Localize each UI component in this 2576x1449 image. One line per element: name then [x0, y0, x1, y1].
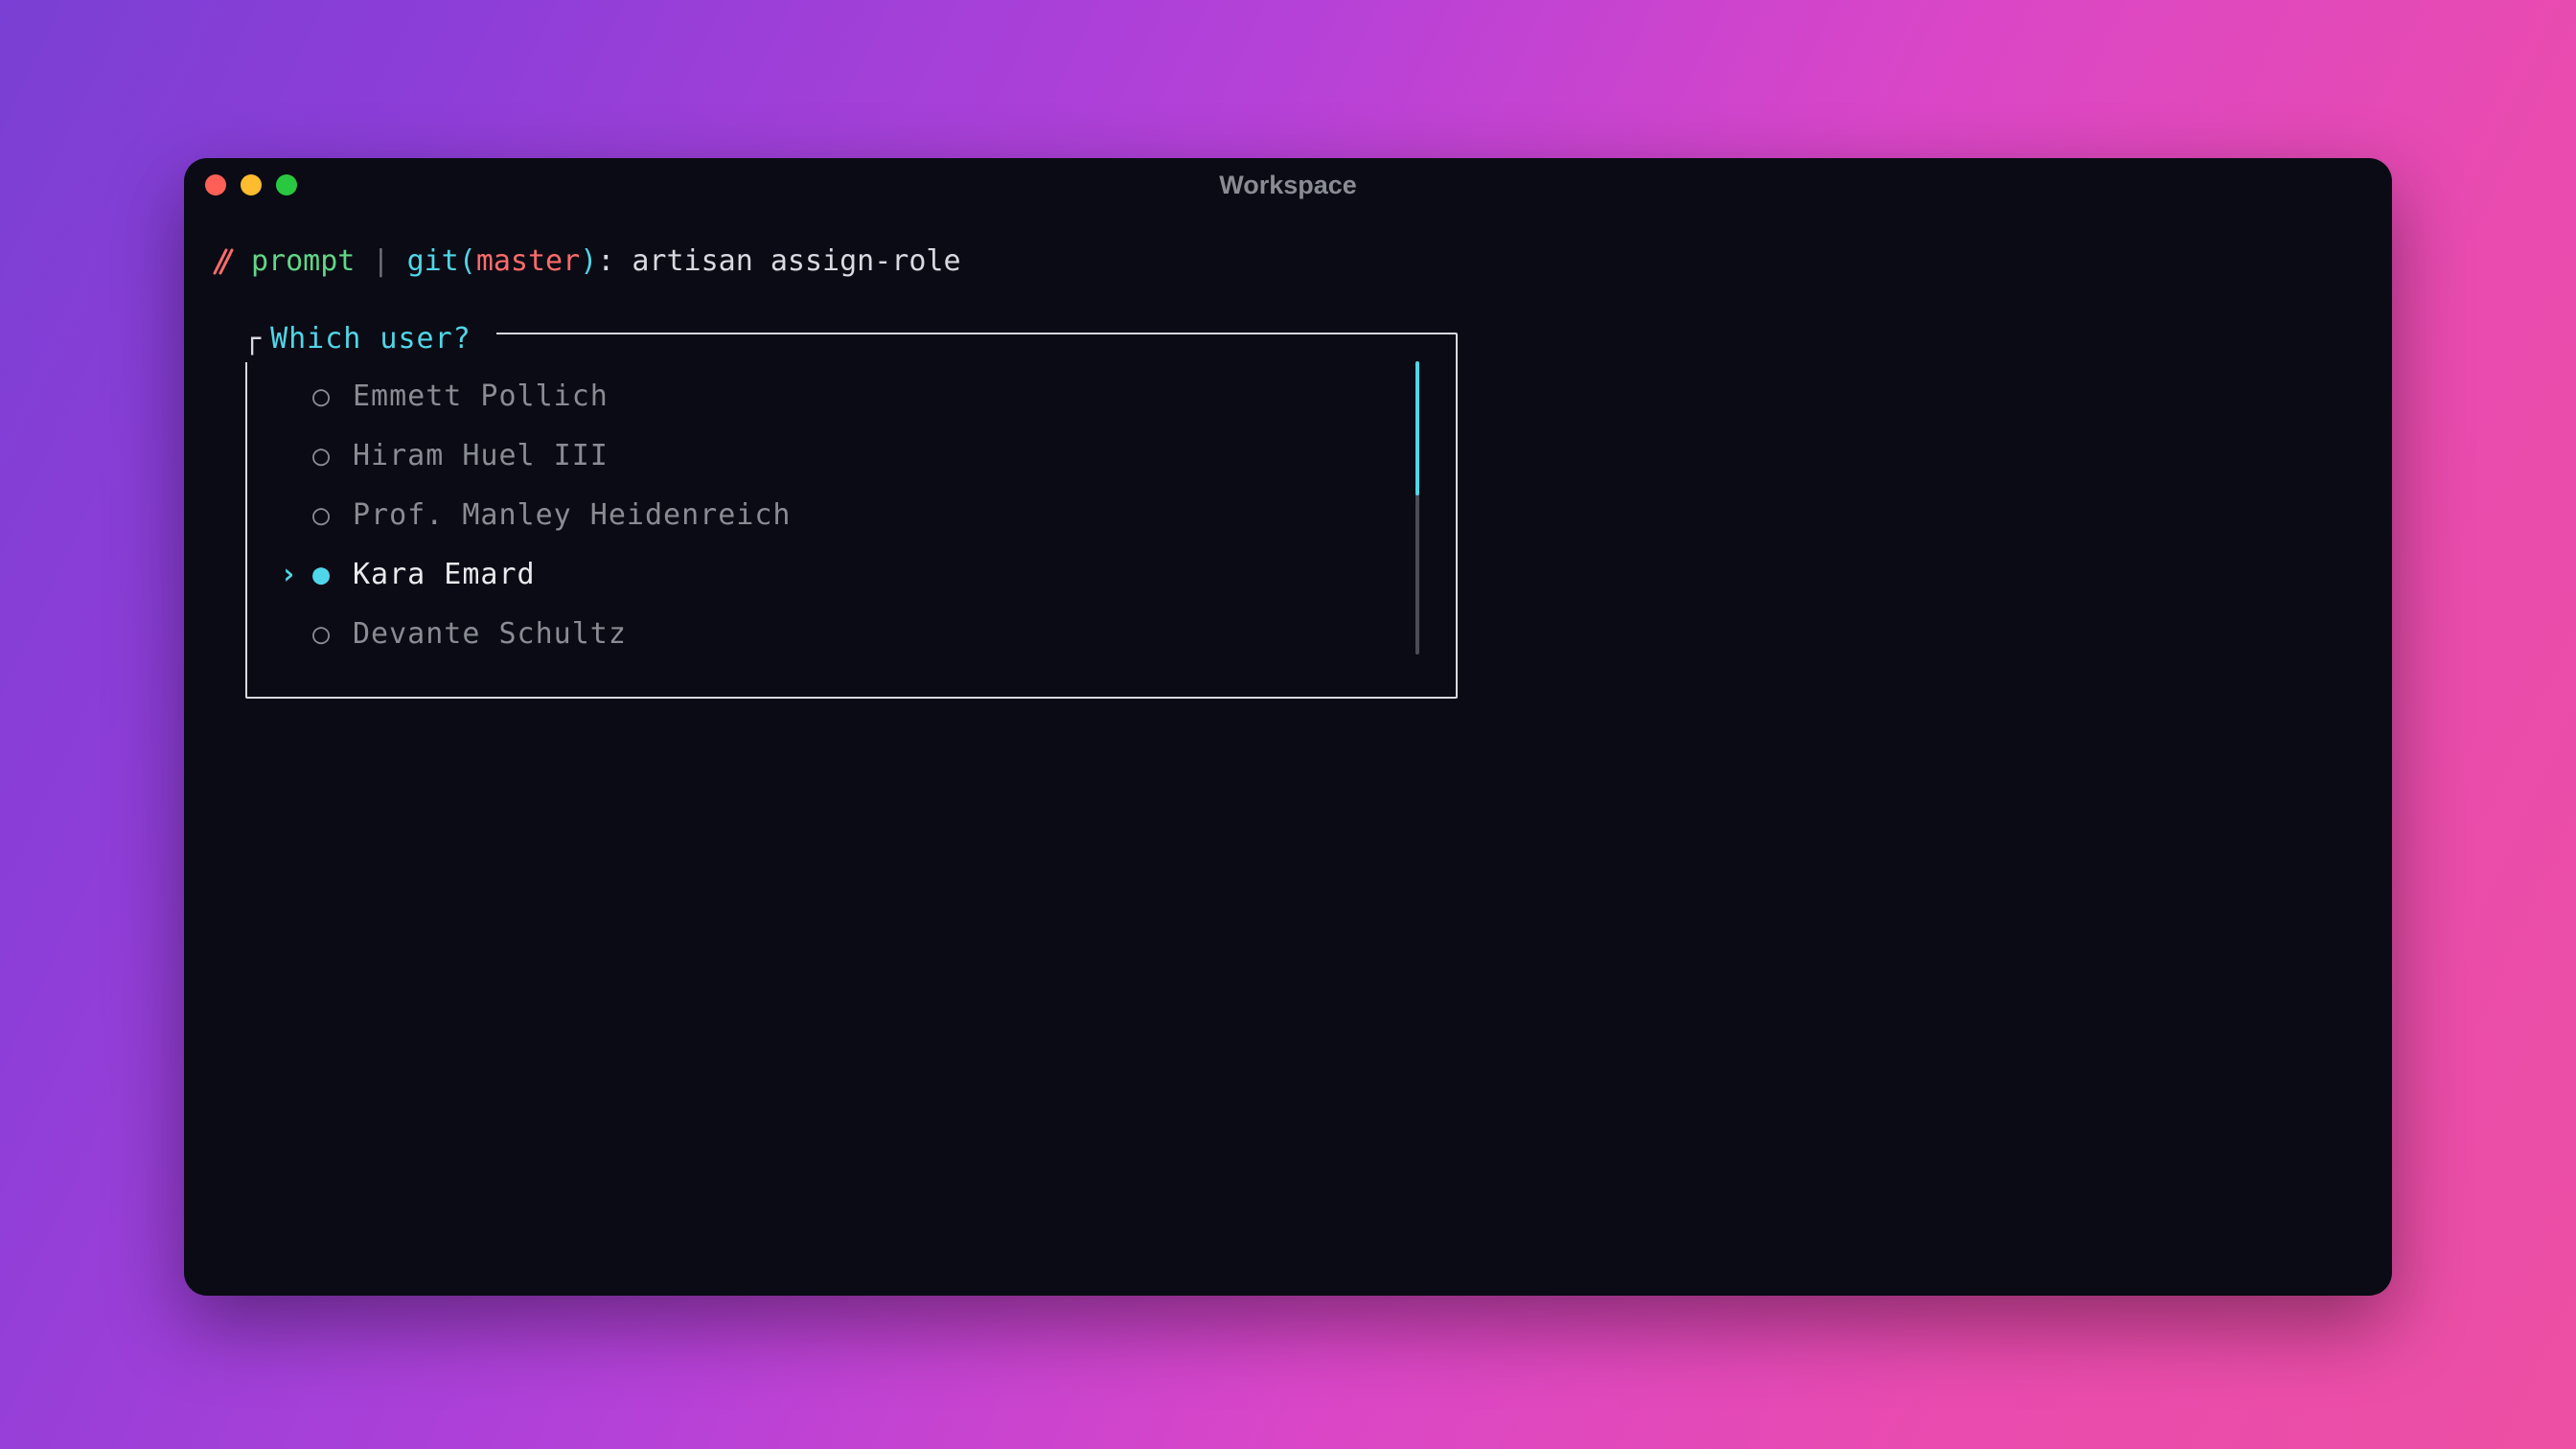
prompt-line: prompt | git ( master ) : artisan assign…	[205, 239, 2371, 285]
scrollbar-track[interactable]	[1415, 361, 1419, 655]
traffic-lights	[205, 174, 297, 196]
terminal-window: Workspace prompt | git ( master ) : arti…	[184, 158, 2392, 1296]
minimize-button[interactable]	[241, 174, 262, 196]
box-corner-glyph: ┌	[243, 316, 261, 362]
radio-empty-icon: ○	[312, 374, 335, 420]
select-question: Which user?	[270, 316, 472, 362]
window-title: Workspace	[1219, 171, 1357, 200]
pointer-icon	[280, 433, 312, 479]
prompt-colon: :	[597, 239, 632, 285]
pointer-icon	[280, 493, 312, 539]
git-label: git	[407, 239, 459, 285]
option-label: Hiram Huel III	[353, 433, 609, 479]
select-option[interactable]: ○ Devante Schultz	[247, 605, 1456, 664]
prompt-segment: prompt	[251, 239, 355, 285]
radio-filled-icon: ●	[312, 552, 335, 598]
select-option[interactable]: ○ Emmett Pollich	[247, 367, 1456, 426]
close-button[interactable]	[205, 174, 226, 196]
select-option[interactable]: ○ Prof. Manley Heidenreich	[247, 486, 1456, 545]
option-label: Emmett Pollich	[353, 374, 609, 420]
radio-empty-icon: ○	[312, 493, 335, 539]
radio-empty-icon: ○	[312, 433, 335, 479]
command-text: artisan assign-role	[632, 239, 960, 285]
prompt-separator: |	[355, 239, 406, 285]
radio-empty-icon: ○	[312, 611, 335, 657]
pointer-icon: ›	[280, 552, 312, 598]
select-legend: ┌ Which user?	[232, 316, 496, 362]
paren-open: (	[459, 239, 476, 285]
select-options: ○ Emmett Pollich ○ Hiram Huel III ○ Prof. M…	[247, 363, 1456, 668]
option-label: Kara Emard	[353, 552, 536, 598]
titlebar[interactable]: Workspace	[184, 158, 2392, 212]
git-branch: master	[476, 239, 580, 285]
option-label: Devante Schultz	[353, 611, 627, 657]
select-option[interactable]: ○ Hiram Huel III	[247, 426, 1456, 486]
prompt-icon	[205, 246, 236, 277]
select-option[interactable]: ›● Kara Emard	[247, 545, 1456, 605]
pointer-icon	[280, 611, 312, 657]
pointer-icon	[280, 374, 312, 420]
scrollbar-thumb[interactable]	[1415, 361, 1419, 495]
option-label: Prof. Manley Heidenreich	[353, 493, 791, 539]
maximize-button[interactable]	[276, 174, 297, 196]
select-prompt-box: ┌ Which user? ○Emmett Pollich ○Hiram Hue…	[245, 333, 1458, 699]
terminal-body[interactable]: prompt | git ( master ) : artisan assign…	[184, 212, 2392, 725]
paren-close: )	[580, 239, 597, 285]
